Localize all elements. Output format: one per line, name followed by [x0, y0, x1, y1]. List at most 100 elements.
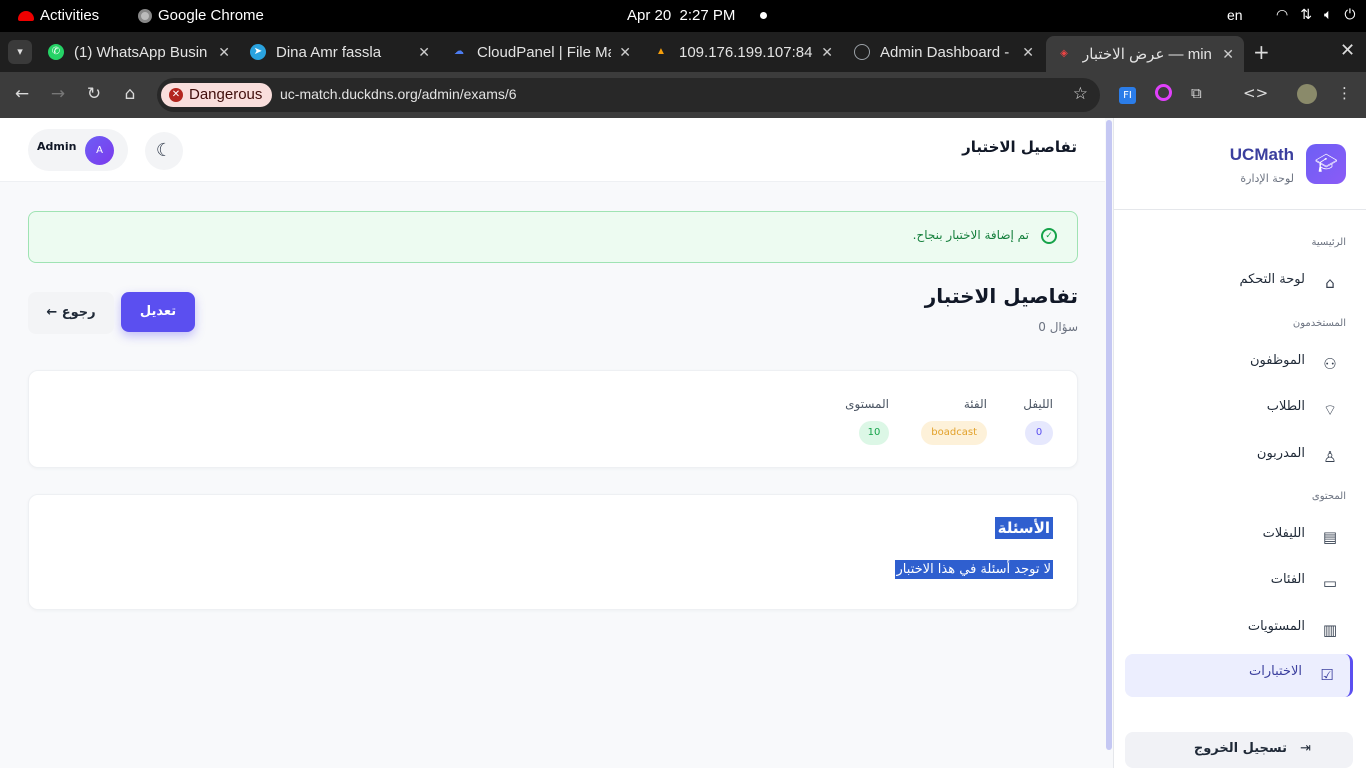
devtools-icon[interactable]: <> [1243, 84, 1268, 102]
browser-tab-admin-dashboard[interactable]: Admin Dashboard - ✕ [844, 36, 1044, 68]
tab-title: عرض الاختبار — min [1082, 46, 1212, 63]
sidebar-item-files[interactable]: ▤ الليفلات [1125, 516, 1353, 558]
activities-button[interactable]: Activities [18, 7, 99, 24]
system-tray[interactable]: ◠ ⇅ 🔈︎ ⏻ [1276, 7, 1355, 23]
sidebar-item-trainers[interactable]: ♙ المدربون [1125, 436, 1353, 478]
back-button[interactable]: ← رجوع [28, 292, 114, 334]
address-bar[interactable]: ✕ Dangerous uc-match.duckdns.org/admin/e… [157, 78, 1100, 112]
level-badge: 10 [859, 421, 889, 445]
meta-label: الفئة [963, 397, 987, 411]
browser-toolbar: ← → ↻ ⌂ ✕ Dangerous uc-match.duckdns.org… [0, 72, 1366, 118]
window-close-button[interactable]: ✕ [1340, 40, 1355, 61]
danger-icon: ✕ [169, 88, 183, 102]
logout-button[interactable]: تسجيل الخروج ⇥ [1125, 732, 1353, 768]
brand-name: UCMath [1229, 145, 1294, 164]
folder-icon: ▭ [1322, 574, 1338, 592]
sidebar-item-label: المدربون [1256, 446, 1305, 461]
exam-info-card: الليفل 0 الفئة boadcast المستوى 10 [28, 370, 1078, 468]
sidebar-item-label: الليفلات [1262, 526, 1305, 541]
security-label: Dangerous [189, 86, 263, 103]
questions-title: الأسئلة [994, 517, 1053, 539]
sidebar-item-exams[interactable]: ☑ الاختبارات [1125, 654, 1353, 697]
sidebar-item-label: الفئات [1270, 572, 1305, 587]
notification-dot [760, 12, 767, 19]
success-alert: ✓ تم إضافة الاختبار بنجاح. [28, 211, 1078, 263]
sidebar-item-dashboard[interactable]: ⌂ لوحة التحكم [1125, 262, 1353, 304]
sidebar-item-label: الموظفون [1250, 353, 1305, 368]
browser-tab-exam-active[interactable]: ◈ عرض الاختبار — min ✕ [1046, 36, 1244, 72]
tab-title: Admin Dashboard - [880, 43, 1010, 61]
graduation-cap-icon: 🎓︎ [1306, 144, 1346, 184]
extensions-puzzle-icon[interactable]: ⧉ [1191, 84, 1202, 102]
sidebar-scrollbar[interactable] [1106, 120, 1112, 750]
bar-chart-icon: ▥ [1322, 621, 1338, 639]
browser-tab-telegram[interactable]: ➤ Dina Amr fassla ✕ [240, 36, 440, 68]
browser-tab-server[interactable]: ▲ 109.176.199.107:84 ✕ [643, 36, 843, 68]
section-title-users: المستخدمون [1292, 318, 1346, 329]
globe-icon [854, 44, 870, 60]
question-count: 0 سؤال [1038, 320, 1078, 334]
user-icon: ♙ [1323, 448, 1337, 466]
avatar: A [85, 136, 114, 165]
close-tab-icon[interactable]: ✕ [418, 44, 430, 61]
meta-label: الليفل [1023, 397, 1053, 411]
sidebar-item-students[interactable]: ⌔ الطلاب [1125, 389, 1353, 431]
close-tab-icon[interactable]: ✕ [619, 44, 631, 61]
home-icon[interactable]: ⌂ [119, 84, 141, 104]
user-menu[interactable]: Admin A [28, 129, 128, 171]
dark-mode-toggle[interactable]: ☾ [145, 132, 183, 170]
tab-title: (1) WhatsApp Busin [74, 43, 208, 61]
chrome-icon [138, 8, 152, 23]
telegram-icon: ➤ [250, 44, 266, 60]
exam-title: تفاصيل الاختبار [924, 284, 1078, 308]
edit-button[interactable]: تعديل [121, 292, 195, 332]
questions-card: الأسئلة لا توجد أسئلة في هذا الاختبار [28, 494, 1078, 610]
clock-date: Apr 20 [627, 7, 672, 24]
app-menu[interactable]: Google Chrome [138, 7, 264, 24]
category-badge: boadcast [921, 421, 987, 445]
clock-time: 2:27 PM [679, 7, 736, 24]
extension-fi-icon[interactable]: FI [1119, 84, 1136, 104]
url-text[interactable]: uc-match.duckdns.org/admin/exams/6 [280, 86, 517, 102]
meta-label: المستوى [845, 397, 889, 411]
security-chip[interactable]: ✕ Dangerous [161, 83, 273, 107]
graduation-cap-icon: ⌔ [1322, 401, 1338, 419]
level-file-badge: 0 [1025, 421, 1053, 445]
close-tab-icon[interactable]: ✕ [1022, 44, 1034, 61]
sidebar-item-levels[interactable]: ▥ المستويات [1125, 609, 1353, 651]
browser-tab-whatsapp[interactable]: ✆ (1) WhatsApp Busin ✕ [38, 36, 240, 68]
tab-title: 109.176.199.107:84 [679, 43, 813, 61]
tab-search-button[interactable]: ▾ [8, 40, 32, 64]
whatsapp-icon: ✆ [48, 44, 64, 60]
close-tab-icon[interactable]: ✕ [821, 44, 833, 61]
clock[interactable]: Apr 20 2:27 PM [627, 7, 735, 24]
section-title-content: المحتوى [1311, 491, 1346, 502]
reload-icon[interactable]: ↻ [83, 84, 105, 104]
clipboard-check-icon: ☑ [1320, 666, 1334, 684]
back-icon[interactable]: ← [11, 84, 33, 104]
network-icon: ⇅ [1300, 7, 1312, 23]
close-tab-icon[interactable]: ✕ [218, 44, 230, 61]
color-picker-icon[interactable] [1155, 84, 1172, 105]
sidebar-item-label: الاختبارات [1249, 664, 1302, 679]
sidebar-item-employees[interactable]: ⚇ الموظفون [1125, 343, 1353, 385]
browser-tab-cloudpanel[interactable]: ☁ CloudPanel | File Ma ✕ [441, 36, 641, 68]
bookmark-star-icon[interactable]: ☆ [1073, 84, 1088, 104]
org-chart-icon: ⚇ [1323, 355, 1337, 373]
meta-level-file: الليفل 0 [993, 397, 1053, 445]
browser-menu-icon[interactable]: ⋮ [1337, 84, 1352, 102]
brand-subtitle: لوحة الإدارة [1240, 172, 1294, 185]
sidebar-item-categories[interactable]: ▭ الفئات [1125, 562, 1353, 604]
redhat-icon [18, 10, 34, 21]
logout-label: تسجيل الخروج [1193, 741, 1287, 756]
new-tab-button[interactable]: + [1253, 40, 1270, 64]
presentation-icon: ▤ [1322, 528, 1338, 546]
wifi-icon: ◠ [1276, 7, 1289, 23]
app-area: تفاصيل الاختبار Admin A ☾ ✓ تم إضافة الا… [0, 118, 1366, 768]
forward-icon[interactable]: → [47, 84, 69, 104]
profile-avatar-icon[interactable] [1297, 84, 1317, 108]
close-tab-icon[interactable]: ✕ [1222, 46, 1234, 63]
laravel-icon: ◈ [1060, 48, 1068, 59]
check-circle-icon: ✓ [1041, 228, 1057, 244]
input-language[interactable]: en [1227, 7, 1243, 23]
